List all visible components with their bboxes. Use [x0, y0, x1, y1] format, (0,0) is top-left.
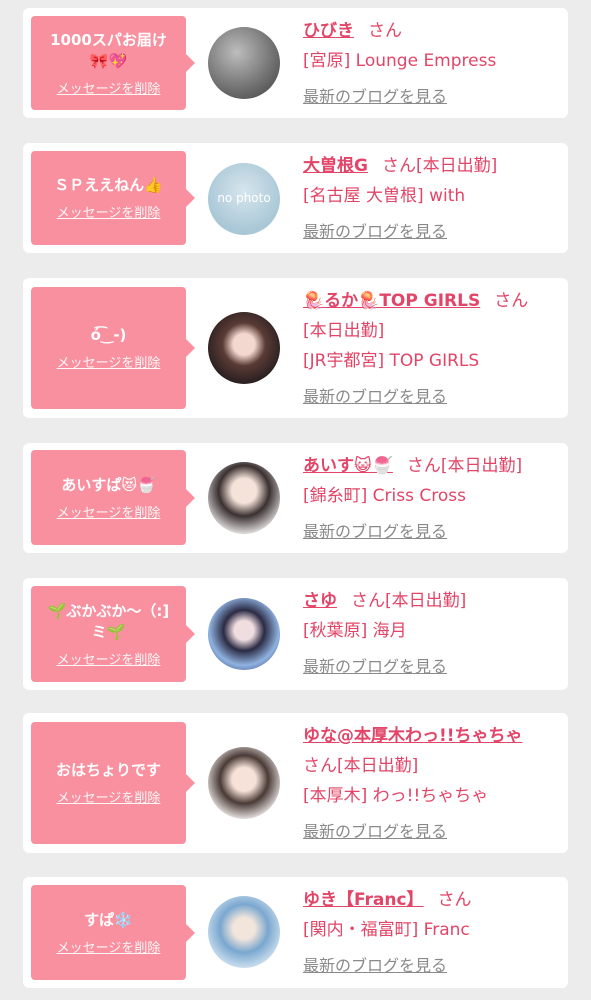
shop-area: [錦糸町] Criss Cross [303, 486, 466, 506]
avatar[interactable] [208, 462, 280, 534]
message-bubble: ＳＰええねん👍 メッセージを削除 [31, 151, 195, 245]
list-item: あいすぱ😻🍧 メッセージを削除 あいす😺🍧 さん[本日出勤] [錦糸町] Cris… [23, 443, 568, 553]
user-info: 🪼るか🪼TOP GIRLS さん [本日出勤] [JR宇都宮] TOP GIRLS… [303, 286, 558, 412]
message-bubble: おはちょりです メッセージを削除 [31, 722, 195, 844]
honorific: さん [368, 21, 402, 41]
user-info: さゆ さん[本日出勤] [秋葉原] 海月 最新のブログを見る [303, 586, 558, 682]
message-bubble: あいすぱ😻🍧 メッセージを削除 [31, 450, 195, 545]
avatar[interactable]: no photo [208, 163, 280, 235]
status-badge: [本日出勤] [303, 321, 385, 341]
message-text: 🌱ぶかぶか〜（:] [47, 601, 170, 620]
message-text: 1000スパお届け [50, 30, 167, 49]
list-item: 🌱ぶかぶか〜（:] ミ🌱 メッセージを削除 さゆ さん[本日出勤] [秋葉原] 海… [23, 578, 568, 690]
latest-blog-link[interactable]: 最新のブログを見る [303, 222, 447, 241]
message-list: 1000スパお届け 🎀💖 メッセージを削除 ひびき さん [宮原] Lounge … [0, 0, 591, 1000]
user-name-link[interactable]: ゆな@本厚木わっ!!ちゃちゃ [303, 726, 523, 746]
avatar[interactable] [208, 896, 280, 968]
latest-blog-link[interactable]: 最新のブログを見る [303, 522, 447, 541]
message-text: すぱ❄️ [84, 910, 133, 929]
message-bubble: すぱ❄️ メッセージを削除 [31, 885, 195, 980]
avatar[interactable] [208, 747, 280, 819]
delete-message-link[interactable]: メッセージを削除 [57, 787, 161, 806]
list-item: ＳＰええねん👍 メッセージを削除 no photo 大曽根G さん[本日出勤] [… [23, 143, 568, 253]
user-info: ひびき さん [宮原] Lounge Empress 最新のブログを見る [303, 16, 558, 112]
list-item: すぱ❄️ メッセージを削除 ゆき【Franc】 さん [関内・福富町] Franc… [23, 877, 568, 988]
avatar[interactable] [208, 27, 280, 99]
status-badge: [本日出勤] [440, 456, 523, 476]
message-bubble: 🌱ぶかぶか〜（:] ミ🌱 メッセージを削除 [31, 586, 195, 682]
user-info: ゆな@本厚木わっ!!ちゃちゃ さん[本日出勤] [本厚木] わっ!!ちゃちゃ 最… [303, 721, 558, 847]
latest-blog-link[interactable]: 最新のブログを見る [303, 657, 447, 676]
honorific: さん [351, 591, 385, 611]
message-bubble: ó͡‿-) メッセージを削除 [31, 287, 195, 409]
user-name-link[interactable]: ゆき【Franc】 [303, 890, 424, 910]
shop-area: [JR宇都宮] TOP GIRLS [303, 351, 480, 371]
message-text-line2: 🎀💖 [89, 51, 128, 70]
message-bubble: 1000スパお届け 🎀💖 メッセージを削除 [31, 16, 195, 110]
user-name-link[interactable]: ひびき [303, 21, 354, 41]
list-item: 1000スパお届け 🎀💖 メッセージを削除 ひびき さん [宮原] Lounge … [23, 8, 568, 118]
user-name-link[interactable]: あいす😺🍧 [303, 456, 393, 476]
delete-message-link[interactable]: メッセージを削除 [57, 502, 161, 521]
list-item: ó͡‿-) メッセージを削除 🪼るか🪼TOP GIRLS さん [本日出勤] [J… [23, 278, 568, 418]
message-text: ＳＰええねん👍 [54, 176, 163, 194]
shop-area: [本厚木] わっ!!ちゃちゃ [303, 786, 489, 806]
latest-blog-link[interactable]: 最新のブログを見る [303, 822, 447, 841]
message-text: おはちょりです [55, 761, 161, 779]
honorific: さん [494, 291, 529, 311]
delete-message-link[interactable]: メッセージを削除 [57, 352, 161, 371]
delete-message-link[interactable]: メッセージを削除 [57, 78, 161, 97]
user-name-link[interactable]: 大曽根G [303, 156, 368, 176]
status-badge: [本日出勤] [385, 591, 467, 611]
message-text: あいすぱ😻🍧 [61, 475, 156, 494]
latest-blog-link[interactable]: 最新のブログを見る [303, 387, 447, 406]
user-info: あいす😺🍧 さん[本日出勤] [錦糸町] Criss Cross 最新のブログを見… [303, 451, 558, 547]
status-badge: [本日出勤] [415, 156, 498, 176]
message-text-line2: ミ🌱 [91, 622, 126, 641]
avatar[interactable] [208, 312, 280, 384]
shop-area: [名古屋 大曽根] with [303, 186, 466, 206]
latest-blog-link[interactable]: 最新のブログを見る [303, 956, 447, 975]
user-info: ゆき【Franc】 さん [関内・福富町] Franc 最新のブログを見る [303, 885, 558, 981]
user-name-link[interactable]: 🪼るか🪼TOP GIRLS [303, 291, 480, 311]
avatar[interactable] [208, 598, 280, 670]
status-badge: [本日出勤] [337, 756, 419, 776]
user-name-link[interactable]: さゆ [303, 591, 337, 611]
shop-area: [関内・福富町] Franc [303, 920, 470, 940]
honorific: さん [406, 456, 441, 476]
delete-message-link[interactable]: メッセージを削除 [57, 937, 161, 956]
no-photo-label: no photo [217, 191, 271, 205]
user-info: 大曽根G さん[本日出勤] [名古屋 大曽根] with 最新のブログを見る [303, 151, 558, 247]
honorific: さん [303, 756, 337, 776]
delete-message-link[interactable]: メッセージを削除 [57, 649, 161, 668]
honorific: さん [437, 890, 472, 910]
message-text: ó͡‿-) [90, 326, 127, 344]
shop-area: [秋葉原] 海月 [303, 621, 407, 641]
delete-message-link[interactable]: メッセージを削除 [57, 202, 161, 221]
list-item: おはちょりです メッセージを削除 ゆな@本厚木わっ!!ちゃちゃ さん[本日出勤]… [23, 713, 568, 853]
shop-area: [宮原] Lounge Empress [303, 51, 497, 71]
latest-blog-link[interactable]: 最新のブログを見る [303, 87, 447, 106]
honorific: さん [381, 156, 416, 176]
